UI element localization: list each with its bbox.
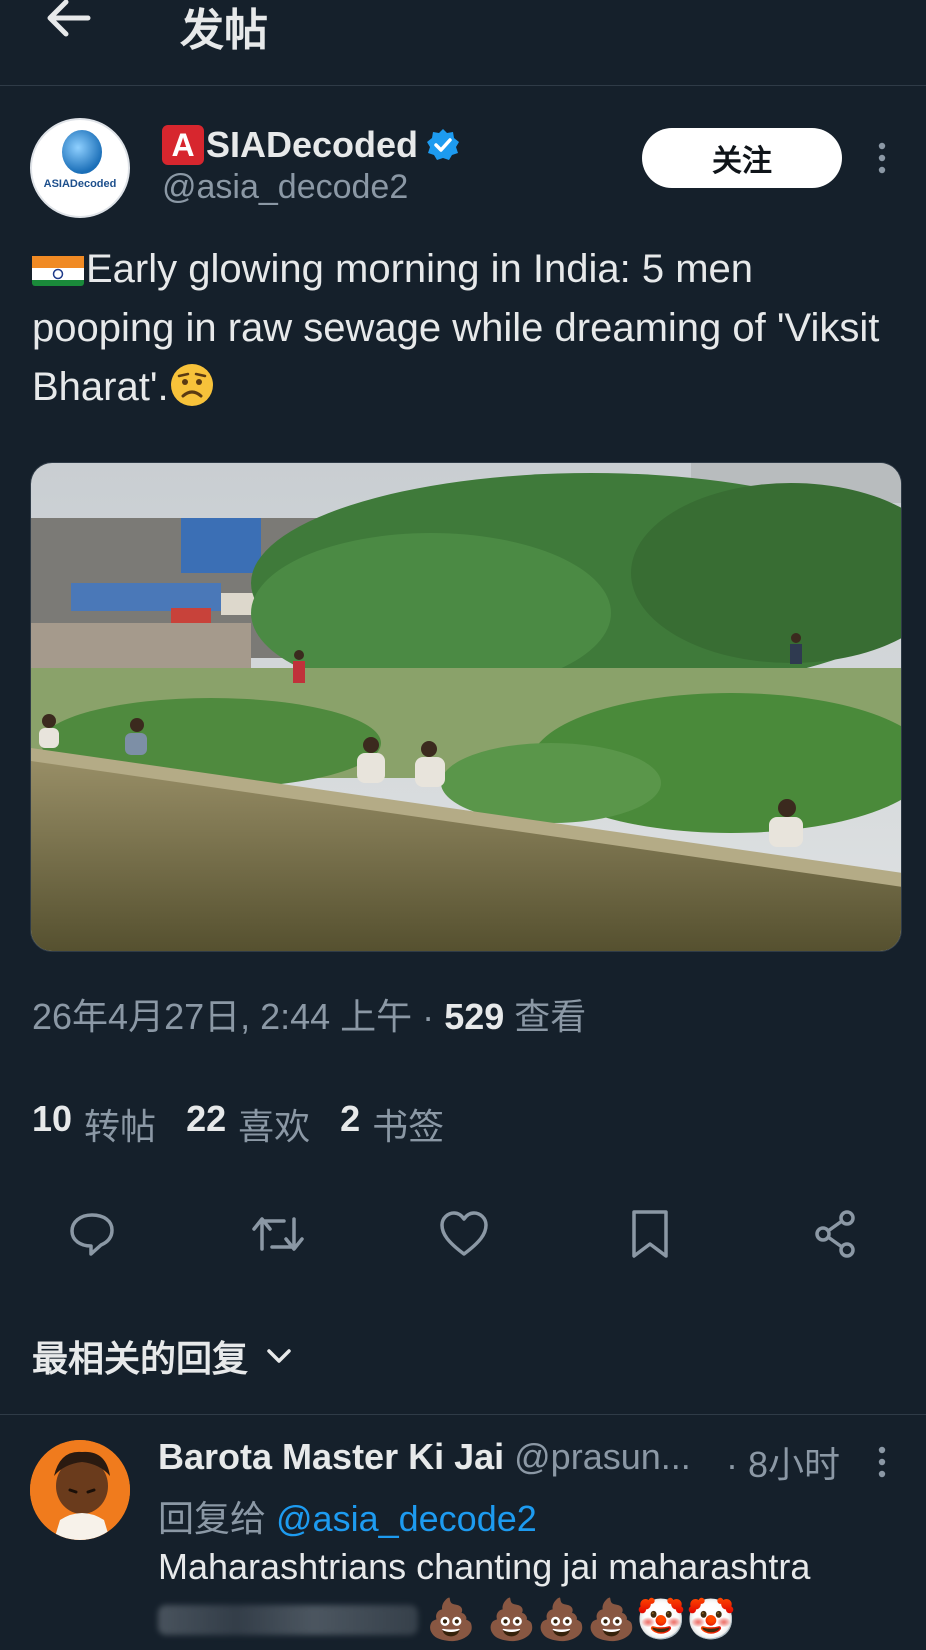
page-title: 发帖 [180, 6, 268, 55]
top-bar: 发帖 [0, 0, 926, 86]
chevron-down-icon [267, 1349, 291, 1363]
reply-avatar[interactable] [30, 1440, 130, 1540]
reply-text: Maharashtrians chanting jai maharashtra [158, 1546, 811, 1587]
brain-logo-icon [62, 130, 102, 174]
stat-label: 转帖 [84, 1106, 157, 1147]
author-name-row[interactable]: A SIADecoded [162, 124, 460, 166]
reply-to-mention[interactable]: @asia_decode2 [276, 1498, 537, 1539]
reply-text-line2: 💩 💩💩💩🤡🤡 [158, 1596, 736, 1644]
stat-label: 喜欢 [238, 1106, 311, 1147]
stat-count: 2 [340, 1098, 361, 1139]
reply-icon[interactable] [62, 1204, 122, 1264]
reply-author-handle[interactable]: @prasun... [514, 1436, 691, 1478]
share-icon[interactable] [806, 1204, 866, 1264]
reply-time[interactable]: · 8小时 [726, 1436, 840, 1488]
tweet-body: Early glowing morning in India: 5 men po… [32, 247, 880, 409]
author-handle[interactable]: @asia_decode2 [162, 168, 408, 207]
blurred-text [158, 1605, 418, 1635]
reply-author-name[interactable]: Barota Master Ki Jai [158, 1436, 504, 1478]
stat-count: 22 [186, 1098, 227, 1139]
stat-label: 书签 [372, 1106, 445, 1147]
retweet-icon[interactable] [248, 1204, 308, 1264]
more-options-icon[interactable] [872, 140, 892, 176]
india-flag-icon [32, 250, 84, 286]
like-icon[interactable] [434, 1204, 494, 1264]
replies-sort-label: 最相关的回复 [32, 1338, 249, 1379]
reply-more-options-icon[interactable] [872, 1444, 892, 1480]
views-count: 529 [444, 996, 505, 1037]
avatar-logo-text: ASIADecoded [43, 178, 117, 190]
reply-to-prefix: 回复给 [158, 1498, 277, 1539]
author-display-name: SIADecoded [206, 124, 419, 165]
divider [0, 1414, 926, 1415]
author-avatar[interactable]: ASIADecoded [30, 118, 130, 218]
reply-emojis: 💩 💩💩💩🤡🤡 [426, 1598, 736, 1642]
worried-face-icon [170, 364, 213, 406]
action-bar [0, 1204, 926, 1264]
stat-bookmarks[interactable]: 2 书签 [340, 1098, 444, 1150]
stat-count: 10 [32, 1098, 73, 1139]
tweet-timestamp: 26年4月27日, 2:44 上午 · [32, 996, 445, 1037]
back-arrow-icon[interactable] [44, 0, 100, 40]
tweet-meta: 26年4月27日, 2:44 上午 · 529 查看 [32, 988, 586, 1040]
follow-button[interactable]: 关注 [642, 128, 842, 188]
stat-reposts[interactable]: 10 转帖 [32, 1098, 156, 1150]
engagement-stats: 10 转帖 22 喜欢 2 书签 [32, 1098, 444, 1150]
tweet-text: Early glowing morning in India: 5 men po… [32, 240, 902, 417]
replies-sort-dropdown[interactable]: 最相关的回复 [32, 1330, 294, 1382]
views-label: 查看 [504, 996, 587, 1037]
bookmark-icon[interactable] [620, 1204, 680, 1264]
name-badge-letter: A [162, 125, 204, 165]
tweet-photo[interactable] [30, 462, 902, 952]
reply-to-line: 回复给 @asia_decode2 [158, 1490, 537, 1542]
stat-likes[interactable]: 22 喜欢 [186, 1098, 310, 1150]
verified-badge-icon [427, 129, 460, 160]
